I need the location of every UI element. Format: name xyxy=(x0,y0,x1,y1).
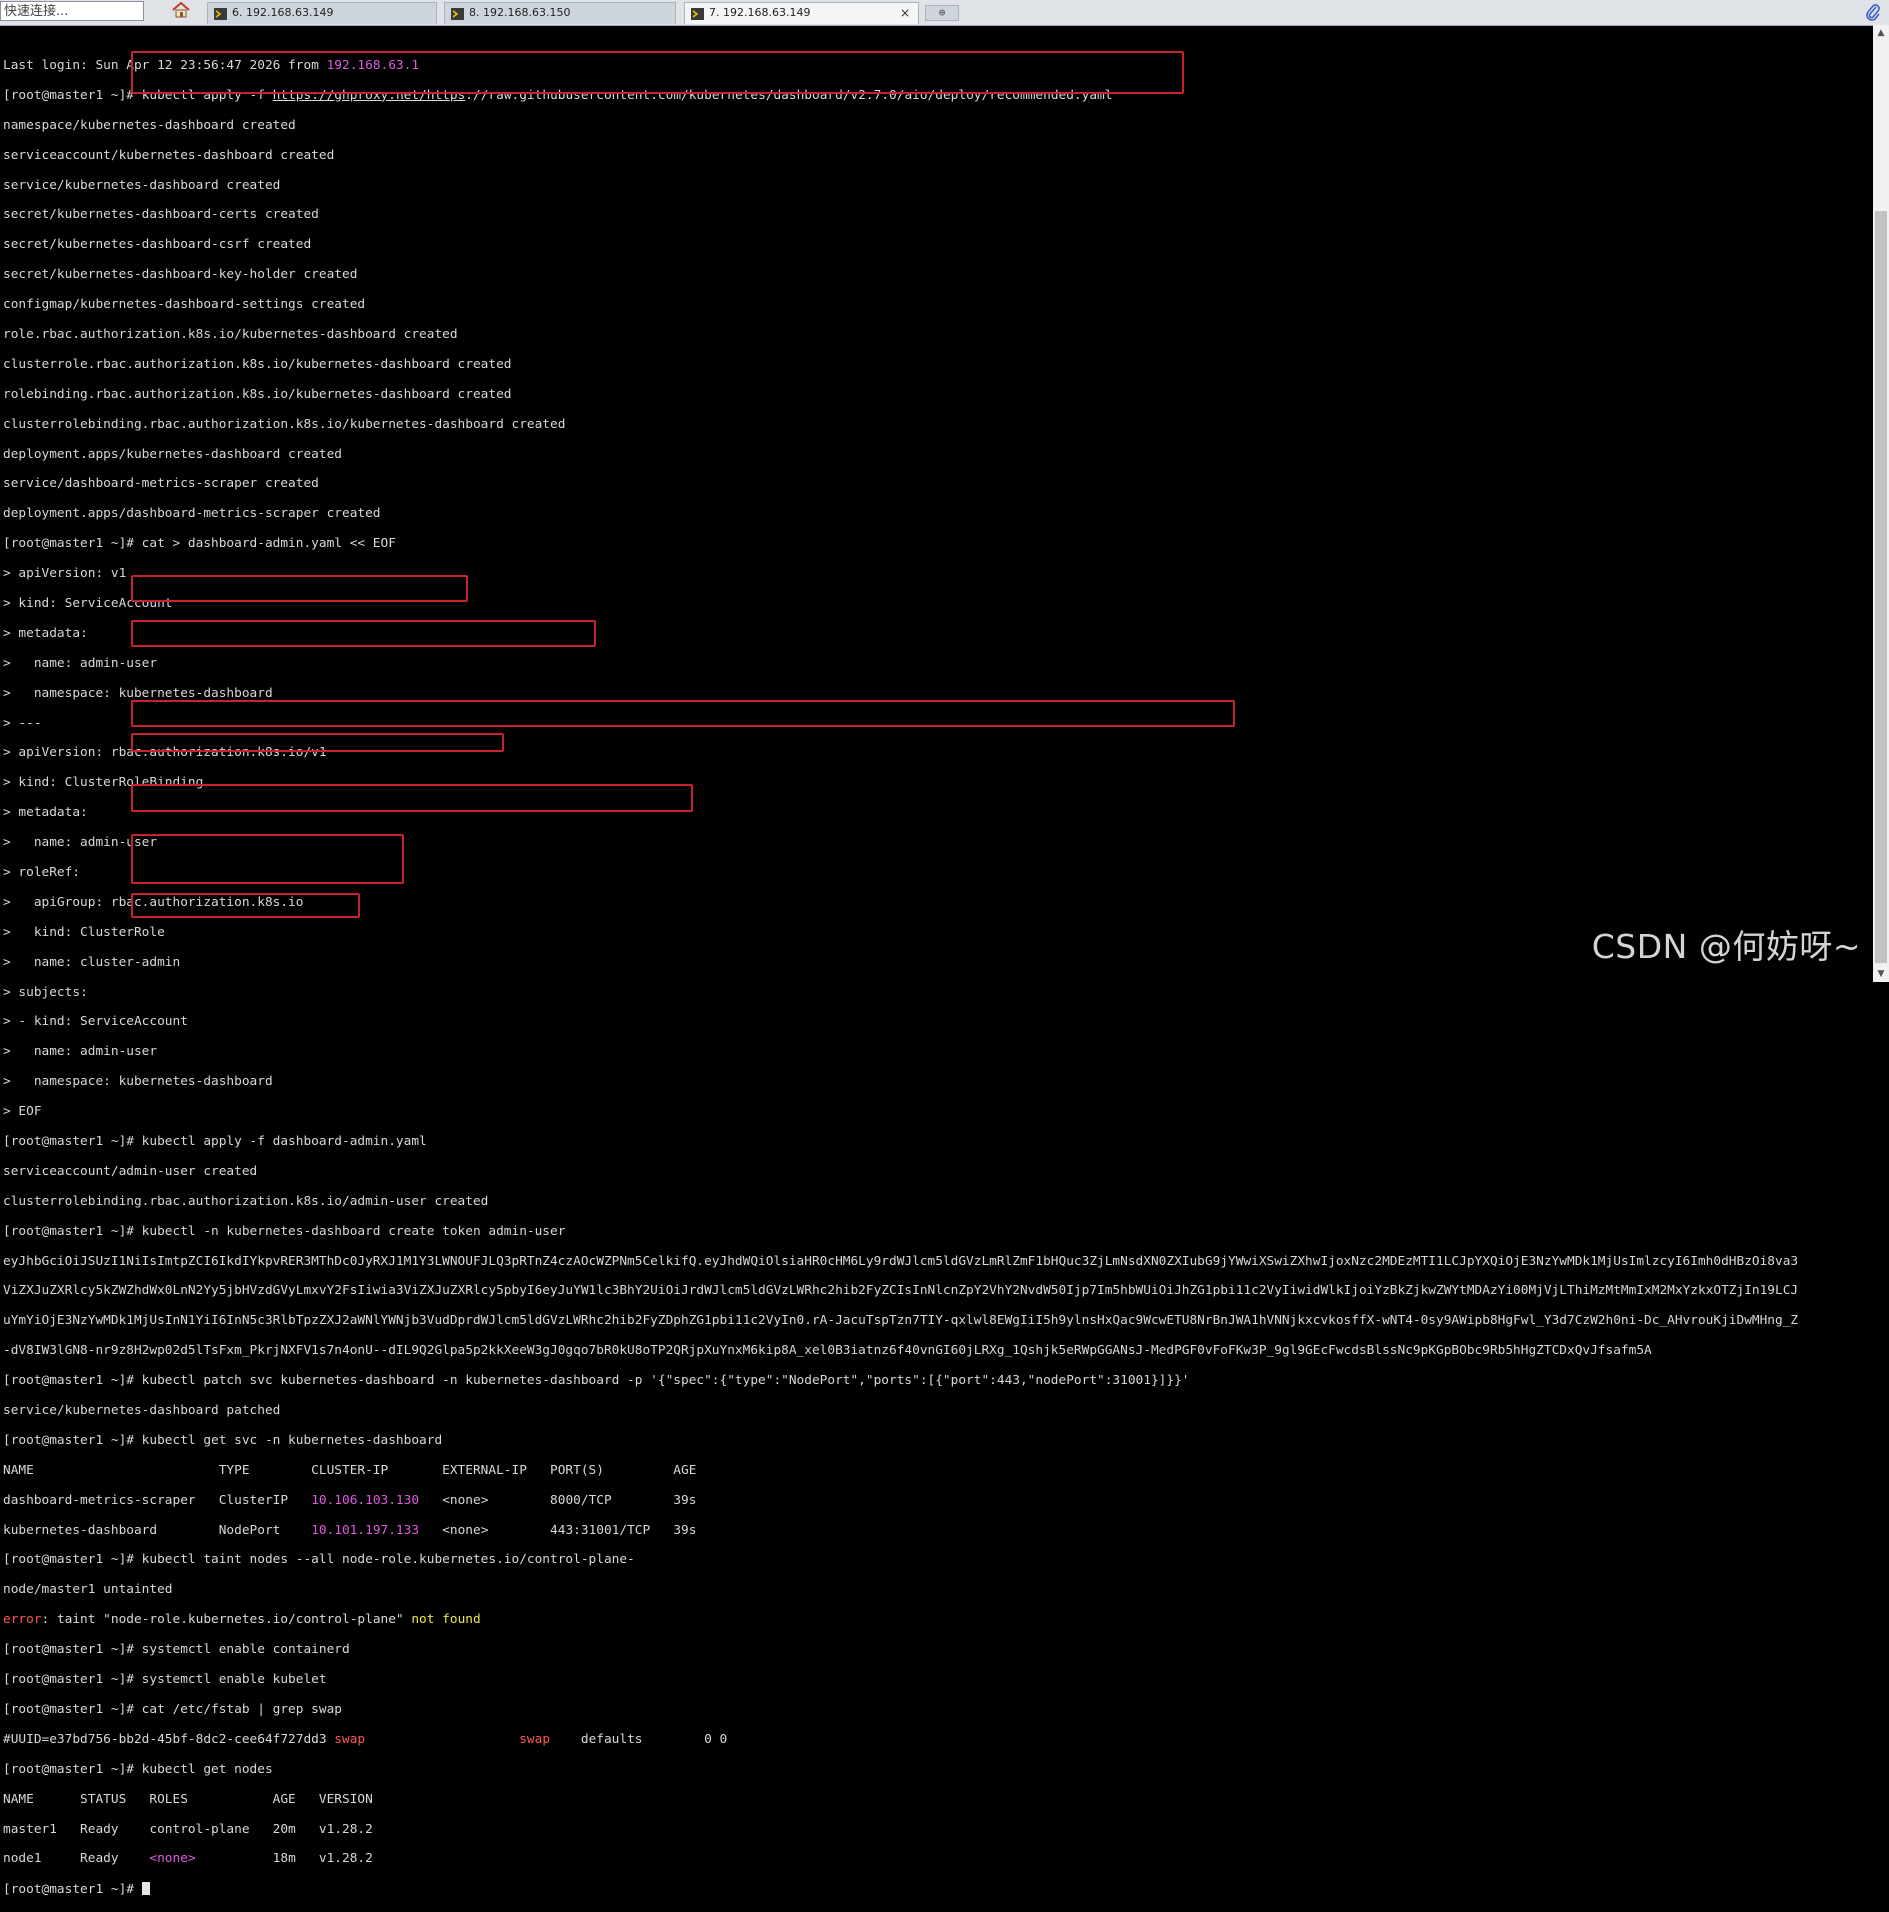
session-tab-bar: 6. 192.168.63.149 8. 192.168.63.150 7. 1… xyxy=(0,0,1889,26)
terminal-line: > subjects: xyxy=(3,984,88,1000)
terminal-line: secret/kubernetes-dashboard-key-holder c… xyxy=(3,267,358,283)
error-line: error: taint "node-role.kubernetes.io/co… xyxy=(3,1612,481,1628)
terminal-line: > metadata: xyxy=(3,625,88,641)
terminal-line: [root@master1 ~]# kubectl get svc -n kub… xyxy=(3,1432,443,1448)
terminal-line: [root@master1 ~]# kubectl taint nodes --… xyxy=(3,1552,635,1568)
terminal-line: > metadata: xyxy=(3,805,88,821)
terminal-line: secret/kubernetes-dashboard-certs create… xyxy=(3,207,319,223)
terminal-line: > kind: ServiceAccount xyxy=(3,595,173,611)
terminal-line: [root@master1 ~]# kubectl apply -f dashb… xyxy=(3,1134,427,1150)
terminal-line: role.rbac.authorization.k8s.io/kubernete… xyxy=(3,326,458,342)
new-tab-button[interactable]: ⊕ xyxy=(925,5,959,21)
url-link[interactable]: https://ghproxy.net/https xyxy=(273,88,466,103)
terminal-line: > roleRef: xyxy=(3,865,81,880)
terminal-line: > namespace: kubernetes-dashboard xyxy=(3,685,273,701)
paperclip-icon[interactable] xyxy=(1865,3,1881,21)
terminal-line: clusterrolebinding.rbac.authorization.k8… xyxy=(3,1193,489,1209)
terminal-line: service/kubernetes-dashboard patched xyxy=(3,1403,281,1419)
tab-label: 7. 192.168.63.149 xyxy=(709,6,811,19)
tab-session-8[interactable]: 8. 192.168.63.150 xyxy=(444,2,676,24)
terminal-line: clusterrole.rbac.authorization.k8s.io/ku… xyxy=(3,356,512,372)
terminal-line: serviceaccount/admin-user created xyxy=(3,1163,258,1179)
svc-table-header: NAME TYPE CLUSTER-IP EXTERNAL-IP PORT(S)… xyxy=(3,1462,697,1478)
watermark: CSDN @何妨呀~ xyxy=(1591,927,1861,966)
token-line: eyJhbGciOiJSUzI1NiIsImtpZCI6IkdIYkpvRER3… xyxy=(3,1253,1799,1269)
terminal-line: [root@master1 ~]# kubectl apply -f https… xyxy=(3,87,1113,103)
text-cursor xyxy=(141,1882,150,1896)
terminal-line: namespace/kubernetes-dashboard created xyxy=(3,117,296,133)
terminal-line: service/dashboard-metrics-scraper create… xyxy=(3,476,319,492)
terminal-session-icon xyxy=(214,7,227,20)
token-line: -dV8IW3lGN8-nr9z8H2wp02d5lTsFxm_PkrjNXFV… xyxy=(3,1343,1652,1359)
scrollbar-thumb[interactable] xyxy=(1875,211,1887,963)
terminal-line: Last login: Sun Apr 12 23:56:47 2026 fro… xyxy=(3,57,420,73)
terminal-line: service/kubernetes-dashboard created xyxy=(3,177,281,193)
terminal-line: > name: admin-user xyxy=(3,655,158,671)
terminal-line: [root@master1 ~]# cat /etc/fstab | grep … xyxy=(3,1701,342,1717)
terminal-line: deployment.apps/dashboard-metrics-scrape… xyxy=(3,506,381,522)
nodes-table-row: master1 Ready control-plane 20m v1.28.2 xyxy=(3,1821,373,1837)
terminal-line: node/master1 untainted xyxy=(3,1582,173,1598)
terminal-line: > name: admin-user xyxy=(3,835,158,851)
terminal-line: > --- xyxy=(3,715,42,731)
scroll-down-arrow-icon[interactable]: ▼ xyxy=(1873,966,1889,982)
terminal-line: configmap/kubernetes-dashboard-settings … xyxy=(3,297,366,313)
prompt-line[interactable]: [root@master1 ~]# xyxy=(3,1882,1873,1897)
token-line: ViZXJuZXRlcy5kZWZhdWx0LnN2Yy5jbHVzdGVyLm… xyxy=(3,1283,1799,1299)
terminal-output[interactable]: Last login: Sun Apr 12 23:56:47 2026 fro… xyxy=(3,44,1873,1912)
terminal-line: serviceaccount/kubernetes-dashboard crea… xyxy=(3,147,335,163)
terminal-line: > apiGroup: rbac.authorization.k8s.io xyxy=(3,894,304,910)
scroll-up-arrow-icon[interactable]: ▲ xyxy=(1873,25,1889,41)
tab-session-7[interactable]: 7. 192.168.63.149 × xyxy=(684,2,919,24)
vertical-scrollbar[interactable]: ▲ ▼ xyxy=(1873,25,1889,982)
terminal-session-icon xyxy=(451,7,464,20)
nodes-table-row: node1 Ready <none> 18m v1.28.2 xyxy=(3,1851,373,1867)
terminal-line: [root@master1 ~]# cat > dashboard-admin.… xyxy=(3,536,396,552)
home-icon[interactable] xyxy=(166,1,196,23)
terminal-line: secret/kubernetes-dashboard-csrf created xyxy=(3,237,312,253)
svc-table-row: kubernetes-dashboard NodePort 10.101.197… xyxy=(3,1522,697,1538)
terminal-line: [root@master1 ~]# kubectl patch svc kube… xyxy=(3,1373,1190,1389)
quick-connect-input[interactable] xyxy=(0,1,144,21)
tab-label: 6. 192.168.63.149 xyxy=(232,6,334,19)
terminal-session-icon xyxy=(691,7,704,20)
terminal-line: > EOF xyxy=(3,1104,42,1120)
terminal-line: deployment.apps/kubernetes-dashboard cre… xyxy=(3,446,342,462)
svc-table-row: dashboard-metrics-scraper ClusterIP 10.1… xyxy=(3,1492,697,1508)
terminal-line: > - kind: ServiceAccount xyxy=(3,1014,188,1030)
terminal-line: > namespace: kubernetes-dashboard xyxy=(3,1074,273,1090)
terminal-line: [root@master1 ~]# kubectl -n kubernetes-… xyxy=(3,1223,566,1239)
terminal-line: [root@master1 ~]# systemctl enable conta… xyxy=(3,1642,350,1658)
terminal-line: > apiVersion: rbac.authorization.k8s.io/… xyxy=(3,745,327,761)
tab-label: 8. 192.168.63.150 xyxy=(469,6,571,19)
terminal-line: #UUID=e37bd756-bb2d-45bf-8dc2-cee64f727d… xyxy=(3,1731,728,1747)
terminal-line: > name: admin-user xyxy=(3,1044,158,1060)
terminal-line: rolebinding.rbac.authorization.k8s.io/ku… xyxy=(3,386,512,402)
terminal-line: [root@master1 ~]# systemctl enable kubel… xyxy=(3,1672,327,1688)
token-line: uYmYiOjE3NzYwMDk1MjUsInN1YiI6InN5c3RlbTp… xyxy=(3,1313,1799,1329)
terminal-line: clusterrolebinding.rbac.authorization.k8… xyxy=(3,416,566,432)
tab-session-6[interactable]: 6. 192.168.63.149 xyxy=(207,2,437,24)
close-tab-icon[interactable]: × xyxy=(900,3,910,23)
nodes-table-header: NAME STATUS ROLES AGE VERSION xyxy=(3,1791,373,1807)
terminal-line: [root@master1 ~]# kubectl get nodes xyxy=(3,1761,273,1777)
terminal-line: > kind: ClusterRoleBinding xyxy=(3,775,204,791)
terminal-line: > apiVersion: v1 xyxy=(3,566,127,582)
